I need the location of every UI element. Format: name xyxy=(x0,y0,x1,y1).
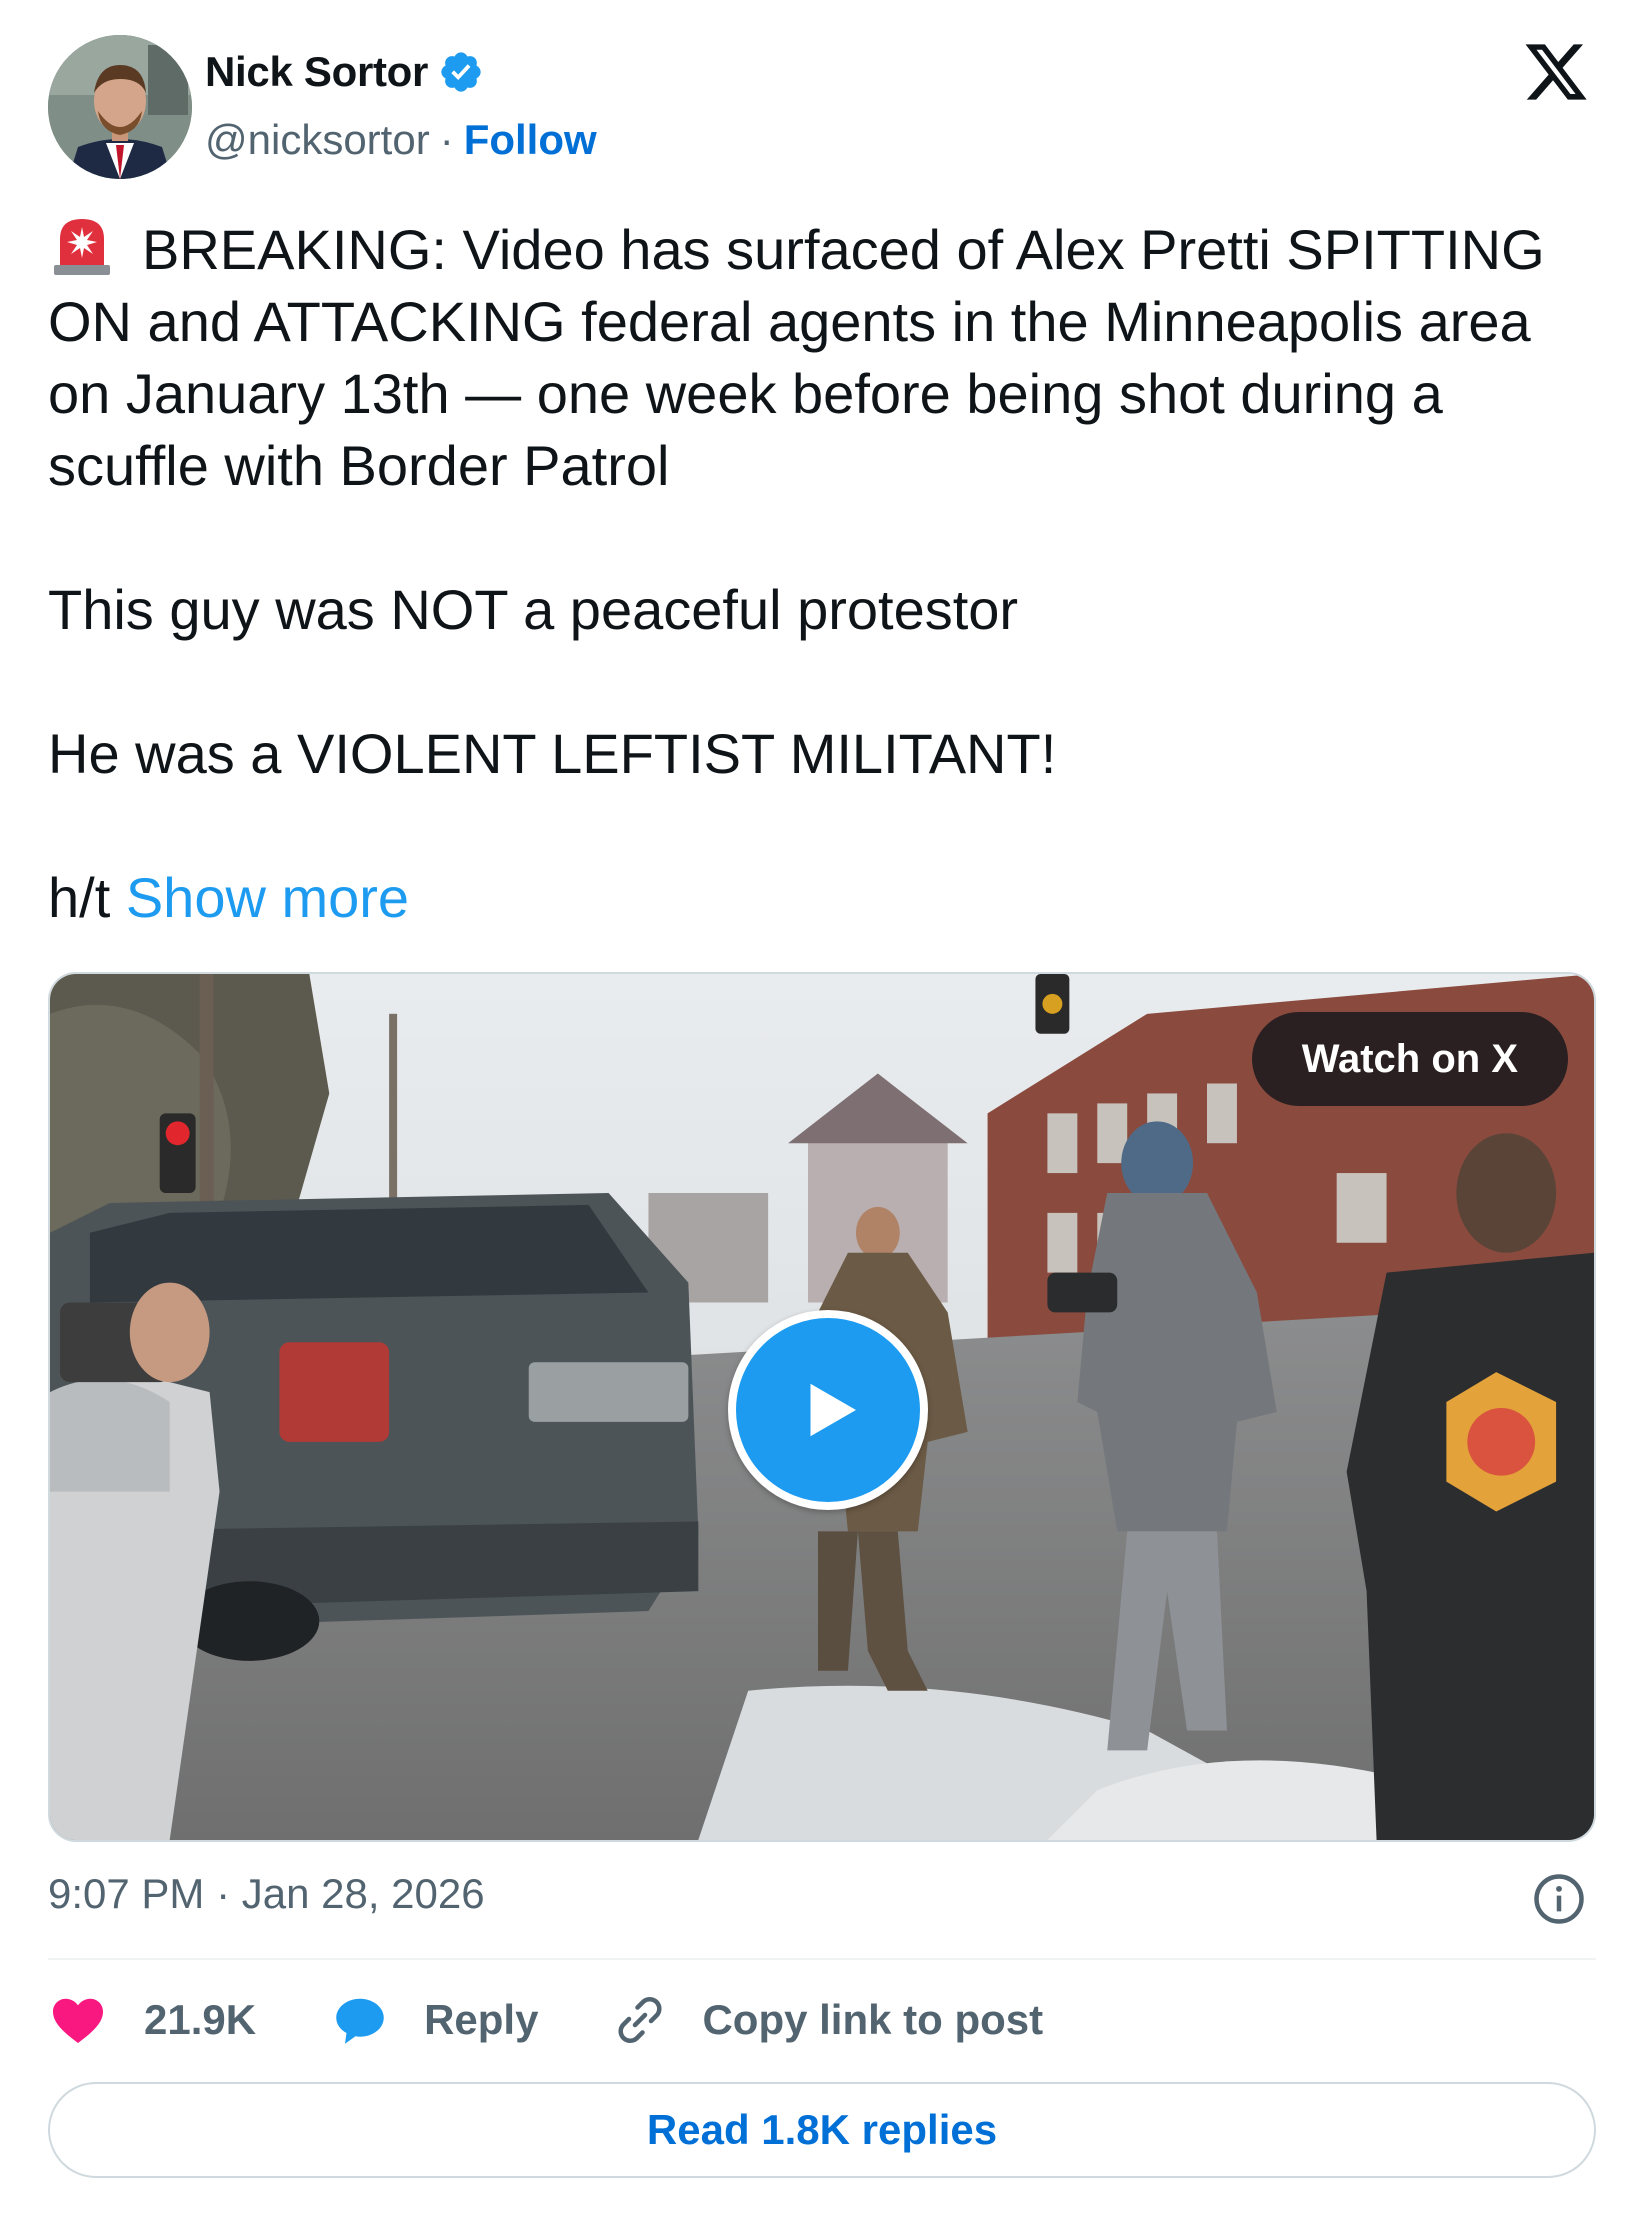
police-siren-icon xyxy=(54,219,110,275)
read-replies-button[interactable]: Read 1.8K replies xyxy=(48,2082,1596,2178)
tweet-paragraph-2: This guy was NOT a peaceful protestor xyxy=(48,578,1019,641)
like-count: 21.9K xyxy=(144,1996,257,2043)
handle-separator: · xyxy=(439,116,454,163)
avatar-image xyxy=(48,35,192,179)
show-more-link[interactable]: Show more xyxy=(126,866,409,929)
tweet-paragraph-3: He was a VIOLENT LEFTIST MILITANT! xyxy=(48,722,1057,785)
link-icon xyxy=(618,1996,662,2044)
play-icon xyxy=(810,1383,856,1437)
copy-link-action[interactable]: Copy link to post xyxy=(610,1990,1043,2050)
author-avatar[interactable] xyxy=(48,35,192,179)
author-handle-row: @nicksortor · Follow xyxy=(205,116,597,164)
watch-on-x-button[interactable]: Watch on X xyxy=(1251,1012,1568,1106)
post-timestamp[interactable]: 9:07 PM · Jan 28, 2026 xyxy=(48,1870,485,1918)
author-handle[interactable]: @nicksortor xyxy=(205,116,430,164)
like-action[interactable]: 21.9K xyxy=(48,1990,256,2050)
author-name-row: Nick Sortor xyxy=(205,48,484,96)
x-logo-icon[interactable] xyxy=(1522,38,1590,106)
tweet-embed-card: Nick Sortor @nicksortor · Follow BREAKIN… xyxy=(0,0,1644,2226)
info-icon[interactable] xyxy=(1532,1872,1586,1926)
verified-badge-icon xyxy=(441,52,481,92)
tweet-text: BREAKING: Video has surfaced of Alex Pre… xyxy=(48,214,1608,934)
tweet-paragraph-1-text: BREAKING: Video has surfaced of Alex Pre… xyxy=(48,218,1545,497)
tweet-paragraph-4: h/t Show more xyxy=(48,862,1608,934)
reply-action[interactable]: Reply xyxy=(330,1990,538,2050)
tweet-paragraph-1: BREAKING: Video has surfaced of Alex Pre… xyxy=(48,214,1608,502)
reply-bubble-icon xyxy=(336,1998,384,2044)
hat-tip-prefix: h/t xyxy=(48,866,126,929)
footer-divider xyxy=(48,1958,1596,1960)
author-name[interactable]: Nick Sortor xyxy=(205,48,428,96)
follow-button[interactable]: Follow xyxy=(464,116,597,164)
reply-label: Reply xyxy=(424,1996,539,2043)
action-bar: 21.9K Reply Copy link to post xyxy=(48,1990,1043,2050)
play-button[interactable] xyxy=(728,1310,928,1510)
video-media[interactable]: Watch on X xyxy=(48,972,1596,1842)
copy-link-label: Copy link to post xyxy=(702,1996,1044,2043)
heart-icon xyxy=(53,1998,103,2043)
